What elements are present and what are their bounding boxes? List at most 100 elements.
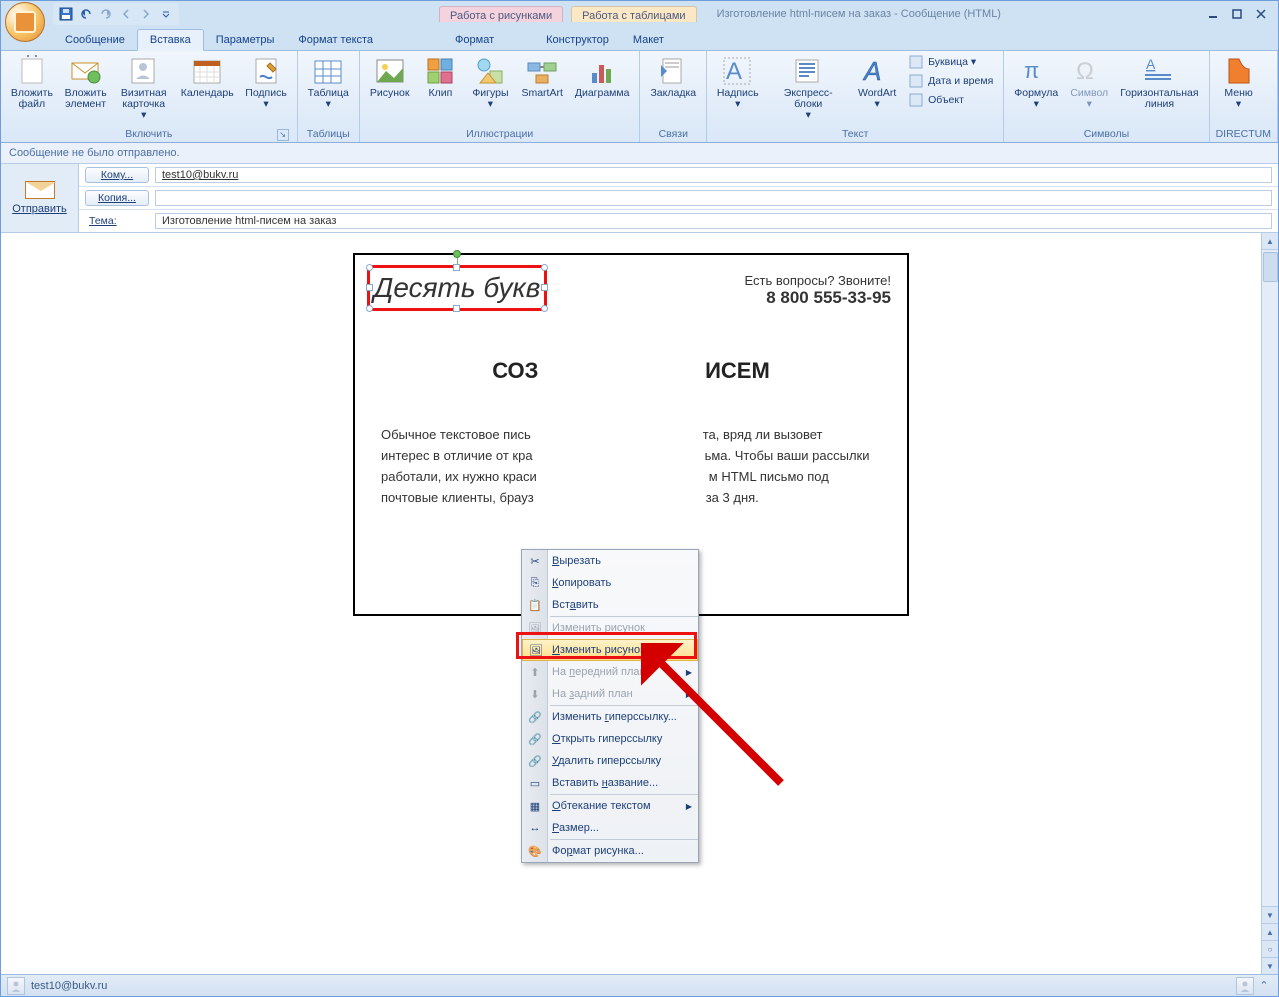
ribbon-tab[interactable]: Макет [621,30,676,50]
rotate-handle-icon[interactable] [453,250,461,258]
context-menu-item[interactable]: 🔗Изменить гиперссылку... [522,706,698,728]
context-menu-item[interactable]: 🖼Изменить рисунок... [522,639,698,661]
ribbon-button[interactable]: ΩСимвол▾ [1066,53,1112,110]
ribbon-tab[interactable]: Вставка [137,29,204,51]
ribbon-button[interactable]: Фигуры▾ [467,53,513,110]
resize-handle-icon[interactable] [541,284,548,291]
subject-field[interactable]: Изготовление html-писем на заказ [155,213,1272,229]
scroll-up-icon[interactable]: ▲ [1262,233,1278,250]
ribbon-small-button[interactable]: Объект [904,91,997,109]
resize-handle-icon[interactable] [541,264,548,271]
ribbon-tab[interactable]: Сообщение [53,30,137,50]
ribbon-button[interactable]: πФормула▾ [1010,53,1062,110]
redo-icon[interactable] [97,5,115,23]
context-menu-item[interactable]: ✂Вырезать [522,550,698,572]
minimize-icon[interactable] [1204,7,1222,21]
smartart-icon [526,55,558,87]
ribbon-button[interactable]: Диаграмма [571,53,634,99]
app-window: Работа с рисунками Работа с таблицами Из… [0,0,1279,997]
ribbon-button[interactable]: Таблица▾ [304,53,353,110]
ribbon-button[interactable]: Вложитьфайл [7,53,57,110]
ribbon-button[interactable]: AГоризонтальнаялиния [1116,53,1202,110]
shapes-icon [474,55,506,87]
clipart-icon [424,55,456,87]
context-menu-item[interactable]: 🔗Открыть гиперссылку [522,728,698,750]
quickparts-icon [792,55,824,87]
context-menu-item[interactable]: ↔Размер... [522,817,698,839]
ribbon-group: πФормула▾ΩСимвол▾AГоризонтальнаялиния Сим… [1004,51,1209,142]
context-menu-item[interactable]: 🔗Удалить гиперссылку [522,750,698,772]
ribbon-button[interactable]: Календарь [177,53,238,99]
browse-prev-icon[interactable]: ▲ [1262,923,1278,940]
next-icon[interactable] [137,5,155,23]
undo-icon[interactable] [77,5,95,23]
ribbon-tab[interactable]: Формат текста [286,30,385,50]
window-controls [1204,7,1274,21]
ribbon-button[interactable]: Экспресс-блоки▾ [766,53,850,121]
send-button[interactable]: Отправить [12,203,67,215]
ribbon-button[interactable]: Подпись▾ [241,53,290,110]
ribbon-group: AНадпись▾Экспресс-блоки▾AWordArt▾Буквица… [707,51,1004,142]
ribbon-group: ЗакладкаСвязи [640,51,707,142]
browse-object-icon[interactable]: ○ [1262,940,1278,957]
wrap-icon: ▦ [526,797,544,815]
scroll-thumb[interactable] [1263,252,1278,282]
vertical-scrollbar[interactable]: ▲ ▼ ▲ ○ ▼ [1261,233,1278,974]
dialog-launcher-icon[interactable]: ↘ [277,129,289,141]
window-title: Изготовление html-писем на заказ - Сообщ… [717,8,1001,20]
context-menu-item[interactable]: ▭Вставить название... [522,772,698,794]
ribbon-group: Таблица▾Таблицы [298,51,360,142]
wordart-icon: A [861,55,893,87]
expand-icon[interactable]: ⌃ [1256,979,1272,992]
selected-image[interactable]: Десять букв [367,265,547,311]
ribbon-button[interactable]: Вложитьэлемент [61,53,111,110]
ribbon-button[interactable]: Клип [417,53,463,99]
ribbon-button[interactable]: Меню▾ [1216,53,1262,110]
ribbon-group-label: Включить↘ [7,127,291,142]
cc-field[interactable] [155,190,1272,206]
ribbon-button-label: Символ▾ [1070,88,1108,110]
save-icon[interactable] [57,5,75,23]
resize-handle-icon[interactable] [366,305,373,312]
ribbon-button[interactable]: Визитнаякарточка ▾ [115,53,173,121]
context-menu-label: Размер... [552,822,599,834]
cc-button[interactable]: Копия... [85,190,149,206]
resize-handle-icon[interactable] [453,305,460,312]
browse-next-icon[interactable]: ▼ [1262,957,1278,974]
office-button[interactable] [5,2,45,42]
signature-icon [250,55,282,87]
context-menu-item[interactable]: 📋Вставить [522,594,698,616]
to-button[interactable]: Кому... [85,167,149,183]
ribbon: ВложитьфайлВложитьэлементВизитнаякарточк… [1,51,1278,143]
ribbon-button-label: Календарь [181,88,234,99]
maximize-icon[interactable] [1228,7,1246,21]
context-tab-table[interactable]: Работа с таблицами [571,6,696,22]
pic-edit-icon: 🖼 [526,619,544,637]
resize-handle-icon[interactable] [366,284,373,291]
ribbon-button[interactable]: AНадпись▾ [713,53,762,110]
context-tab-picture[interactable]: Работа с рисунками [439,6,563,22]
resize-handle-icon[interactable] [453,264,460,271]
scroll-down-icon[interactable]: ▼ [1262,906,1278,923]
resize-handle-icon[interactable] [366,264,373,271]
ribbon-button[interactable]: AWordArt▾ [854,53,900,110]
ribbon-button[interactable]: SmartArt [517,53,566,99]
ribbon-tab[interactable]: Конструктор [534,30,621,50]
ribbon-tab[interactable]: Параметры [204,30,287,50]
context-menu-label: Обтекание текстом [552,800,651,812]
context-menu-item[interactable]: ▦Обтекание текстом▶ [522,795,698,817]
resize-handle-icon[interactable] [541,305,548,312]
close-icon[interactable] [1252,7,1270,21]
chart-icon [586,55,618,87]
ribbon-button[interactable]: Рисунок [366,53,414,99]
message-body-area: Десять букв Есть вопросы? Звоните! 8 800… [1,233,1278,974]
to-field[interactable]: test10@bukv.ru [155,167,1272,183]
ribbon-small-button[interactable]: Дата и время [904,72,997,90]
ribbon-small-button[interactable]: Буквица ▾ [904,53,997,71]
qat-dropdown-icon[interactable] [157,5,175,23]
context-menu-item[interactable]: 🎨Формат рисунка... [522,840,698,862]
ribbon-tab[interactable]: Формат [443,30,506,50]
context-menu-item[interactable]: ⎘Копировать [522,572,698,594]
prev-icon[interactable] [117,5,135,23]
ribbon-button[interactable]: Закладка [646,53,700,99]
